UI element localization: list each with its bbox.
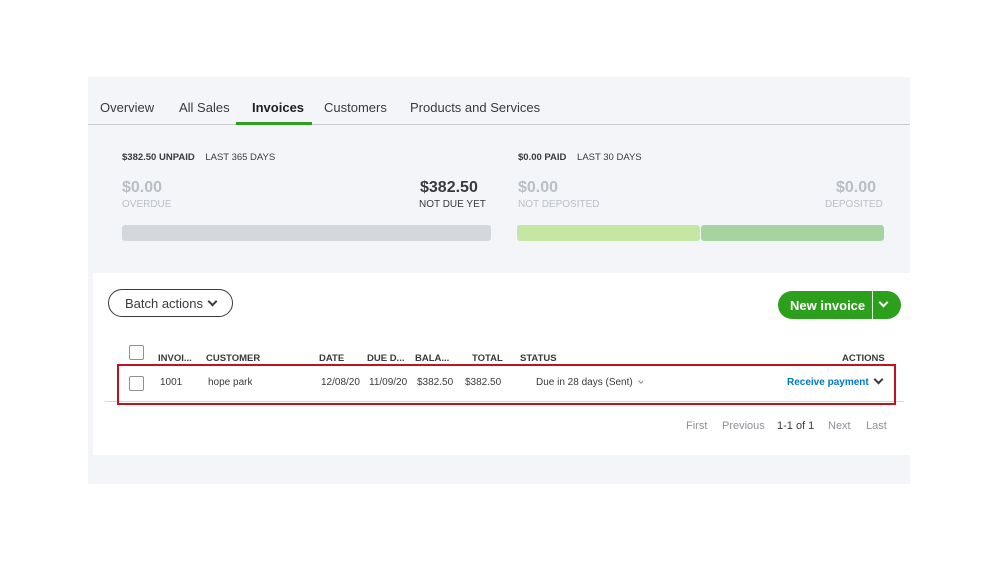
not-deposited-amount[interactable]: $0.00 [518, 179, 558, 197]
pagination-last[interactable]: Last [866, 420, 887, 432]
column-header-customer[interactable]: CUSTOMER [206, 353, 260, 364]
not-deposited-bar[interactable] [517, 225, 700, 241]
column-header-balance[interactable]: BALA... [415, 353, 449, 364]
not-deposited-label: NOT DEPOSITED [518, 199, 600, 210]
split-button-divider [872, 291, 873, 319]
select-all-checkbox[interactable] [129, 345, 144, 360]
chevron-down-icon[interactable] [878, 297, 889, 308]
batch-actions-button[interactable]: Batch actions [108, 289, 233, 317]
column-header-due-date[interactable]: DUE D... [367, 353, 404, 364]
chevron-down-icon [207, 296, 218, 306]
paid-period: LAST 30 DAYS [577, 152, 642, 163]
unpaid-period: LAST 365 DAYS [205, 152, 276, 163]
tab-overview[interactable]: Overview [100, 100, 154, 115]
not-due-label: NOT DUE YET [419, 199, 486, 210]
column-header-invoice[interactable]: INVOI... [158, 353, 192, 364]
deposited-bar[interactable] [701, 225, 884, 241]
deposited-label: DEPOSITED [825, 199, 883, 210]
paid-total-label: $0.00 PAID [518, 152, 567, 163]
unpaid-summary-header: $382.50 UNPAID LAST 365 DAYS [122, 152, 275, 163]
tab-products-and-services[interactable]: Products and Services [410, 100, 540, 115]
pagination-range: 1-1 of 1 [777, 420, 815, 432]
tab-customers[interactable]: Customers [324, 100, 387, 115]
column-header-status[interactable]: STATUS [520, 353, 557, 364]
pagination-first[interactable]: First [686, 420, 707, 432]
paid-summary-header: $0.00 PAID LAST 30 DAYS [518, 152, 642, 163]
pagination-previous[interactable]: Previous [722, 420, 765, 432]
overdue-label: OVERDUE [122, 199, 172, 210]
not-due-amount[interactable]: $382.50 [420, 179, 478, 197]
pagination-next[interactable]: Next [828, 420, 851, 432]
unpaid-progress-bar[interactable] [122, 225, 491, 241]
sales-tabs: Overview All Sales Invoices Customers Pr… [88, 77, 910, 125]
column-header-actions: ACTIONS [842, 353, 885, 364]
tab-all-sales[interactable]: All Sales [179, 100, 230, 115]
column-header-total[interactable]: TOTAL [472, 353, 503, 364]
new-invoice-button[interactable]: New invoice [778, 291, 901, 319]
deposited-amount[interactable]: $0.00 [836, 179, 876, 197]
invoices-page: Overview All Sales Invoices Customers Pr… [88, 77, 910, 484]
unpaid-total-label: $382.50 UNPAID [122, 152, 195, 163]
active-tab-indicator [236, 122, 312, 125]
tab-invoices[interactable]: Invoices [252, 100, 304, 115]
new-invoice-label: New invoice [790, 298, 866, 313]
row-highlight-box [117, 364, 896, 405]
column-header-date[interactable]: DATE [319, 353, 344, 364]
overdue-amount[interactable]: $0.00 [122, 179, 162, 197]
batch-actions-label: Batch actions [124, 295, 204, 311]
